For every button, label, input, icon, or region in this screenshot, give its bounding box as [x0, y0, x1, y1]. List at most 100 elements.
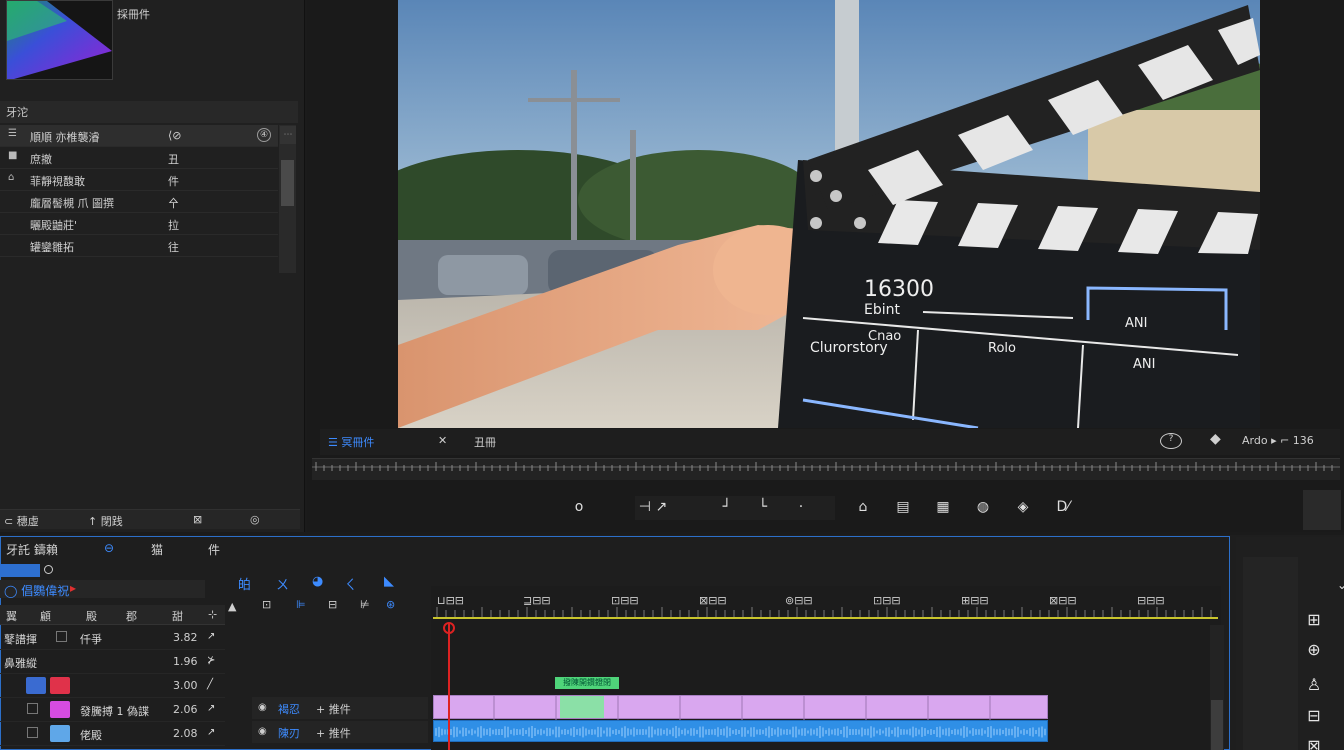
column-header[interactable]: 翼 [6, 608, 17, 624]
effect-value[interactable]: 件 [168, 173, 179, 189]
timecode-display[interactable]: ◯ 倡鸚偉祝 ▸ [0, 580, 205, 598]
keyframe-toggle-icon[interactable]: ④ [257, 128, 271, 142]
record-dot-icon[interactable] [44, 565, 53, 574]
pen-icon[interactable]: ╱ [207, 679, 213, 690]
step-back-icon[interactable]: ⊣ ↗ [638, 497, 668, 517]
effect-row[interactable]: 罐鑾雛拓 往 [0, 235, 278, 257]
tab-markers[interactable]: 件 [208, 541, 220, 558]
zoom-readout[interactable]: Ardo ▸ ⌐ 136 [1242, 434, 1314, 447]
link-icon[interactable]: ⊡ [262, 598, 271, 611]
add-track-button[interactable]: + 推件 [316, 725, 351, 741]
column-header[interactable]: 殿 [86, 608, 97, 624]
export-frame-icon[interactable]: ◈ [1012, 497, 1034, 517]
tab-program[interactable]: ☰ 冥冊件 [328, 434, 374, 450]
marker-label[interactable]: 撥陳開鑽鐙閉 [555, 677, 619, 689]
pen-tool-icon[interactable]: ♙ [1302, 675, 1326, 694]
select-tool-icon[interactable]: 㿟 [238, 574, 251, 593]
effect-value[interactable]: 㐃 [168, 195, 179, 211]
lift-icon[interactable]: ▤ [892, 497, 914, 517]
tab-media[interactable]: 鑄賴 [34, 541, 58, 558]
text-tool-icon[interactable]: ⊞ [1302, 610, 1326, 629]
checkbox[interactable] [27, 703, 38, 714]
timeline-ruler[interactable]: ⊔⊟⊟ ⊒⊟⊟ ⊡⊟⊟ ⊠⊟⊟ ⊚⊟⊟ ⊡⊟⊟ ⊞⊟⊟ ⊠⊟⊟ ⊟⊟⊟ [433, 590, 1218, 620]
shape-tool-icon[interactable]: ⊟ [1302, 706, 1326, 725]
help-icon[interactable]: ? [1160, 433, 1182, 449]
ripple-tool-icon[interactable]: ◕ [312, 574, 323, 589]
effect-value[interactable]: 往 [168, 239, 179, 255]
monitor-side-button[interactable] [1303, 490, 1341, 530]
effect-row[interactable]: 龐層髻槻 爪 圖撰 㐃 [0, 191, 278, 213]
video-preview[interactable]: 16300 Ebint Cnao Clurorstory Rolo ANI AN… [398, 0, 1260, 428]
column-header[interactable]: 郡 [126, 608, 137, 624]
chevron-down-icon[interactable]: ⌄ [1330, 578, 1344, 592]
footer-item[interactable]: ⊠ [193, 513, 202, 526]
effect-row[interactable]: 曬殿鼬莊' 拉 [0, 213, 278, 235]
track-mute-icon[interactable]: ◉ [258, 726, 267, 737]
zoom-tool-icon[interactable]: ⊠ [1302, 736, 1326, 750]
playhead[interactable] [448, 624, 450, 750]
effect-value[interactable]: ⟨⊘ [168, 129, 182, 142]
video-clip-selected[interactable] [560, 696, 604, 718]
scroll-up-icon[interactable]: ⋯ [280, 126, 296, 144]
wrench-icon[interactable]: ⊛ [386, 598, 395, 611]
compare-icon[interactable]: D⁄ [1052, 497, 1074, 517]
footer-item[interactable]: ↑ 閉践 [88, 513, 123, 529]
arrow-icon[interactable]: ↗ [207, 631, 215, 642]
arrow-icon[interactable]: ↗ [207, 703, 215, 714]
close-tab-icon[interactable]: ✕ [438, 434, 447, 447]
ripple-icon[interactable]: ⊁ [207, 655, 215, 666]
project-row[interactable]: 鼕譜揮 仟爭 3.82 ↗ [0, 626, 225, 650]
effect-value[interactable]: 丑 [168, 151, 179, 167]
mark-in-icon[interactable]: o [568, 497, 590, 517]
scrollbar-thumb[interactable] [1211, 700, 1223, 750]
caption-icon[interactable]: ⊭ [360, 598, 370, 611]
tab-icon-link[interactable]: ⊖ [104, 541, 114, 555]
tab-source[interactable]: 丑冊 [474, 434, 496, 450]
checkbox[interactable] [27, 727, 38, 738]
effect-row[interactable]: ⌂ 菲靜視馥敢 件 [0, 169, 278, 191]
tab-project[interactable]: 牙託 [6, 541, 30, 558]
playhead-handle[interactable] [443, 622, 455, 634]
step-forward-icon[interactable]: └ [752, 497, 774, 517]
video-clip[interactable] [433, 695, 1048, 720]
column-header[interactable]: ⊹ [208, 608, 217, 621]
scrollbar-thumb[interactable] [281, 160, 294, 206]
play-icon[interactable]: ┘ [716, 497, 738, 517]
project-row[interactable]: 佬殿 2.08 ↗ [0, 722, 225, 746]
panel-footer: ⊂ 穗虛 ↑ 閉践 ⊠ ◎ [0, 509, 300, 529]
tab-sequence[interactable]: 猫 [151, 541, 163, 558]
project-row[interactable]: 3.00 ╱ [0, 674, 225, 698]
effect-row[interactable]: ☰ 順順 亦椎襲濬 ⟨⊘ ④ [0, 125, 278, 147]
checkbox[interactable] [56, 631, 67, 642]
column-header[interactable]: 顧 [40, 608, 51, 624]
project-row[interactable]: 鼻雅縱 1.96 ⊁ [0, 650, 225, 674]
hand-tool-icon[interactable]: ⊕ [1302, 640, 1326, 659]
dot-icon[interactable]: · [790, 497, 812, 517]
footer-item[interactable]: ⊂ 穗虛 [4, 513, 39, 529]
effect-value[interactable]: 拉 [168, 217, 179, 233]
marker-icon[interactable]: ⊫ [296, 598, 306, 611]
home-icon[interactable]: ⌂ [852, 497, 874, 517]
arrow-icon[interactable]: ↗ [207, 727, 215, 738]
effect-row[interactable]: ■ 庶撤 丑 [0, 147, 278, 169]
column-header[interactable]: 甜 [172, 608, 183, 624]
track-visibility-icon[interactable]: ◉ [258, 702, 267, 713]
extract-icon[interactable]: ▦ [932, 497, 954, 517]
monitor-ruler[interactable] [312, 458, 1340, 480]
footer-item[interactable]: ◎ [250, 513, 260, 526]
slip-tool-icon[interactable]: ◣ [384, 574, 394, 589]
track-header-a1[interactable]: ◉ 陳刃 + 推件 [252, 721, 428, 743]
work-area-bar[interactable] [433, 617, 1218, 619]
camera-icon[interactable]: ◍ [972, 497, 994, 517]
snap-icon[interactable]: ▲ [228, 600, 236, 613]
add-track-button[interactable]: + 推件 [316, 701, 351, 717]
audio-clip[interactable] [433, 720, 1048, 742]
clip-thumbnail[interactable] [6, 0, 113, 80]
track-header-v1[interactable]: ◉ 褐忍 + 推件 [252, 697, 428, 719]
settings-icon[interactable]: ⊟ [328, 598, 337, 611]
razor-tool-icon[interactable]: ㄑ [344, 574, 357, 593]
settings-icon[interactable]: ◆ [1210, 431, 1221, 447]
track-select-icon[interactable]: ㄨ [276, 574, 289, 593]
project-row[interactable]: 發騰搏 1 偽諜 2.06 ↗ [0, 698, 225, 722]
sequence-chip[interactable] [0, 564, 40, 577]
